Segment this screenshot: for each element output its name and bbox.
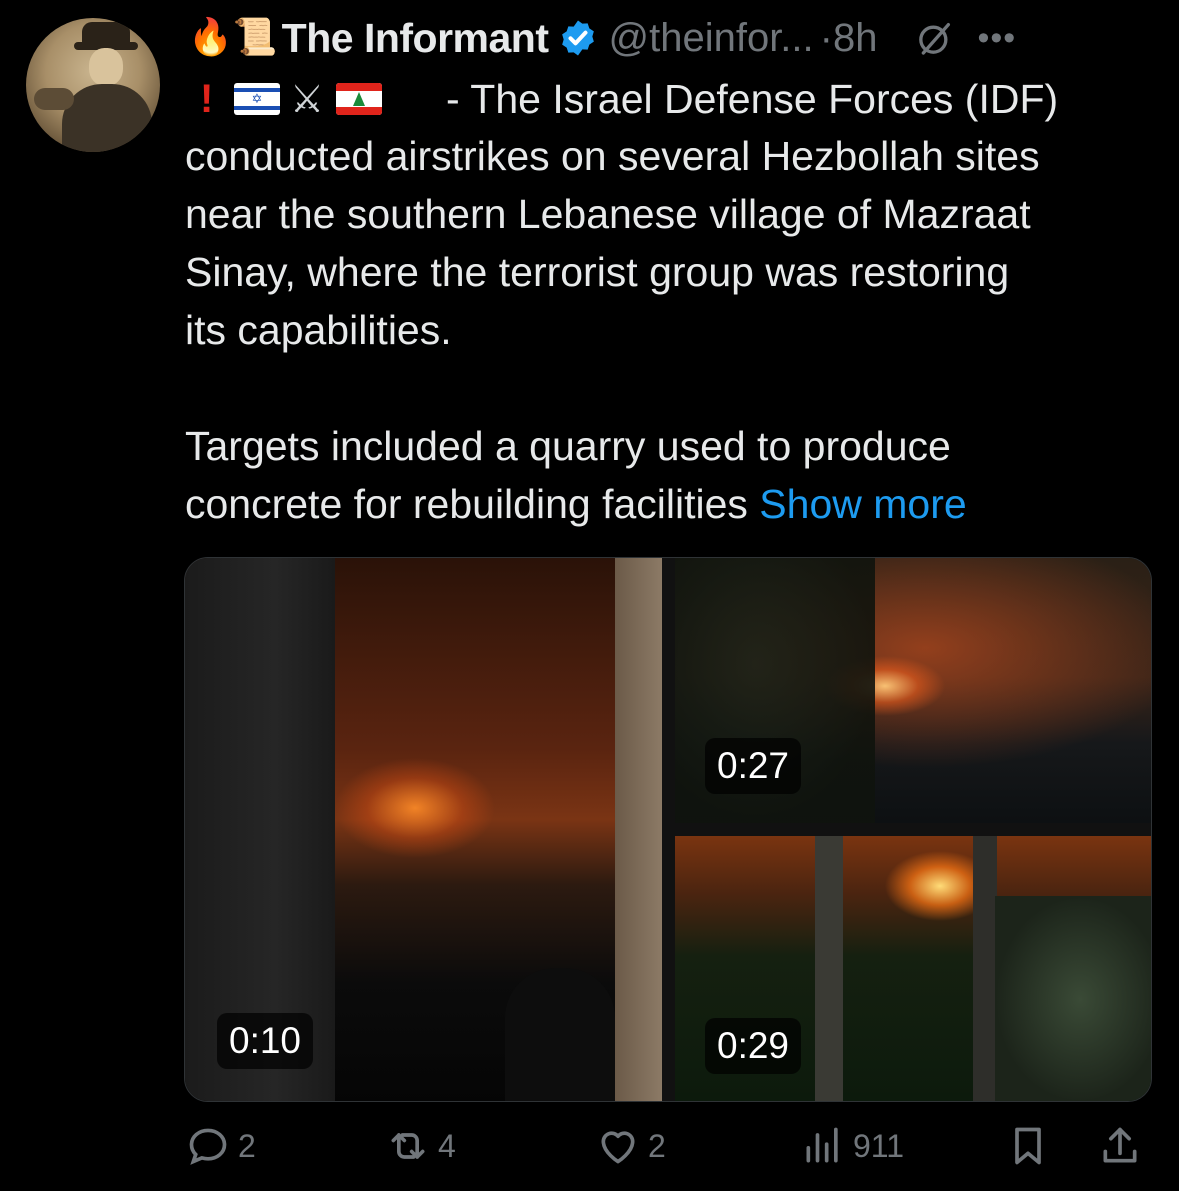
tweet-text-line: near the southern Lebanese village of Ma…: [185, 191, 1031, 237]
show-more-link[interactable]: Show more: [759, 481, 966, 527]
like-count: 2: [648, 1127, 666, 1164]
crossed-swords-icon: ⚔: [290, 78, 325, 121]
share-button[interactable]: [1098, 1124, 1142, 1168]
video-thumbnail[interactable]: 0:29: [675, 836, 1151, 1101]
media-grid: 0:10 0:27 0:29: [184, 557, 1152, 1102]
reply-button[interactable]: 2: [186, 1124, 256, 1168]
views-button[interactable]: 911: [801, 1124, 904, 1168]
tweet-text-line: conducted airstrikes on several Hezbolla…: [185, 133, 1040, 179]
more-icon[interactable]: •••: [977, 19, 1016, 58]
repost-button[interactable]: 4: [386, 1124, 456, 1168]
verified-badge-icon: [562, 20, 595, 56]
grok-icon[interactable]: [915, 18, 955, 58]
lebanon-flag-icon: [336, 83, 383, 115]
exclamation-icon: !: [200, 76, 214, 121]
bookmark-icon: [1015, 1127, 1041, 1165]
reply-icon: [189, 1128, 227, 1165]
tweet-text-paragraph-1: conducted airstrikes on several Hezbolla…: [185, 127, 1145, 359]
repost-icon: [391, 1133, 425, 1159]
name-emojis: 🔥📜: [188, 17, 278, 58]
tweet-text-line: its capabilities.: [185, 307, 452, 353]
tweet-text-paragraph-2: Targets included a quarry used to produc…: [185, 417, 1145, 533]
video-thumbnail[interactable]: 0:10: [185, 558, 662, 1101]
tweet-text-line-1: - The Israel Defense Forces (IDF): [446, 76, 1059, 122]
flag-line: ! ✡ ⚔: [200, 74, 392, 124]
like-icon: [601, 1131, 635, 1164]
author-handle[interactable]: @theinfor...: [608, 16, 813, 61]
like-button[interactable]: 2: [596, 1124, 666, 1168]
author-name[interactable]: The Informant: [282, 15, 549, 62]
views-icon: [806, 1127, 838, 1163]
avatar[interactable]: [26, 18, 160, 152]
video-duration: 0:27: [705, 738, 802, 794]
reply-count: 2: [238, 1127, 256, 1164]
repost-count: 4: [438, 1127, 456, 1164]
video-duration: 0:29: [705, 1018, 802, 1074]
tweet-text-line: concrete for rebuilding facilities: [185, 481, 748, 527]
tweet-header: 🔥📜 The Informant @theinfor... ·8h •••: [188, 12, 1158, 64]
tweet-text-line: Sinay, where the terrorist group was res…: [185, 249, 1010, 295]
view-count: 911: [853, 1127, 905, 1164]
video-duration: 0:10: [217, 1013, 314, 1069]
israel-flag-icon: ✡: [234, 83, 280, 115]
bookmark-button[interactable]: [1006, 1124, 1050, 1168]
tweet-text-line: Targets included a quarry used to produc…: [185, 423, 951, 469]
share-icon: [1103, 1127, 1137, 1163]
video-thumbnail[interactable]: 0:27: [675, 558, 1151, 823]
tweet-time[interactable]: ·8h: [820, 16, 878, 61]
tweet-actions: 2 4 2 911: [186, 1124, 1146, 1184]
